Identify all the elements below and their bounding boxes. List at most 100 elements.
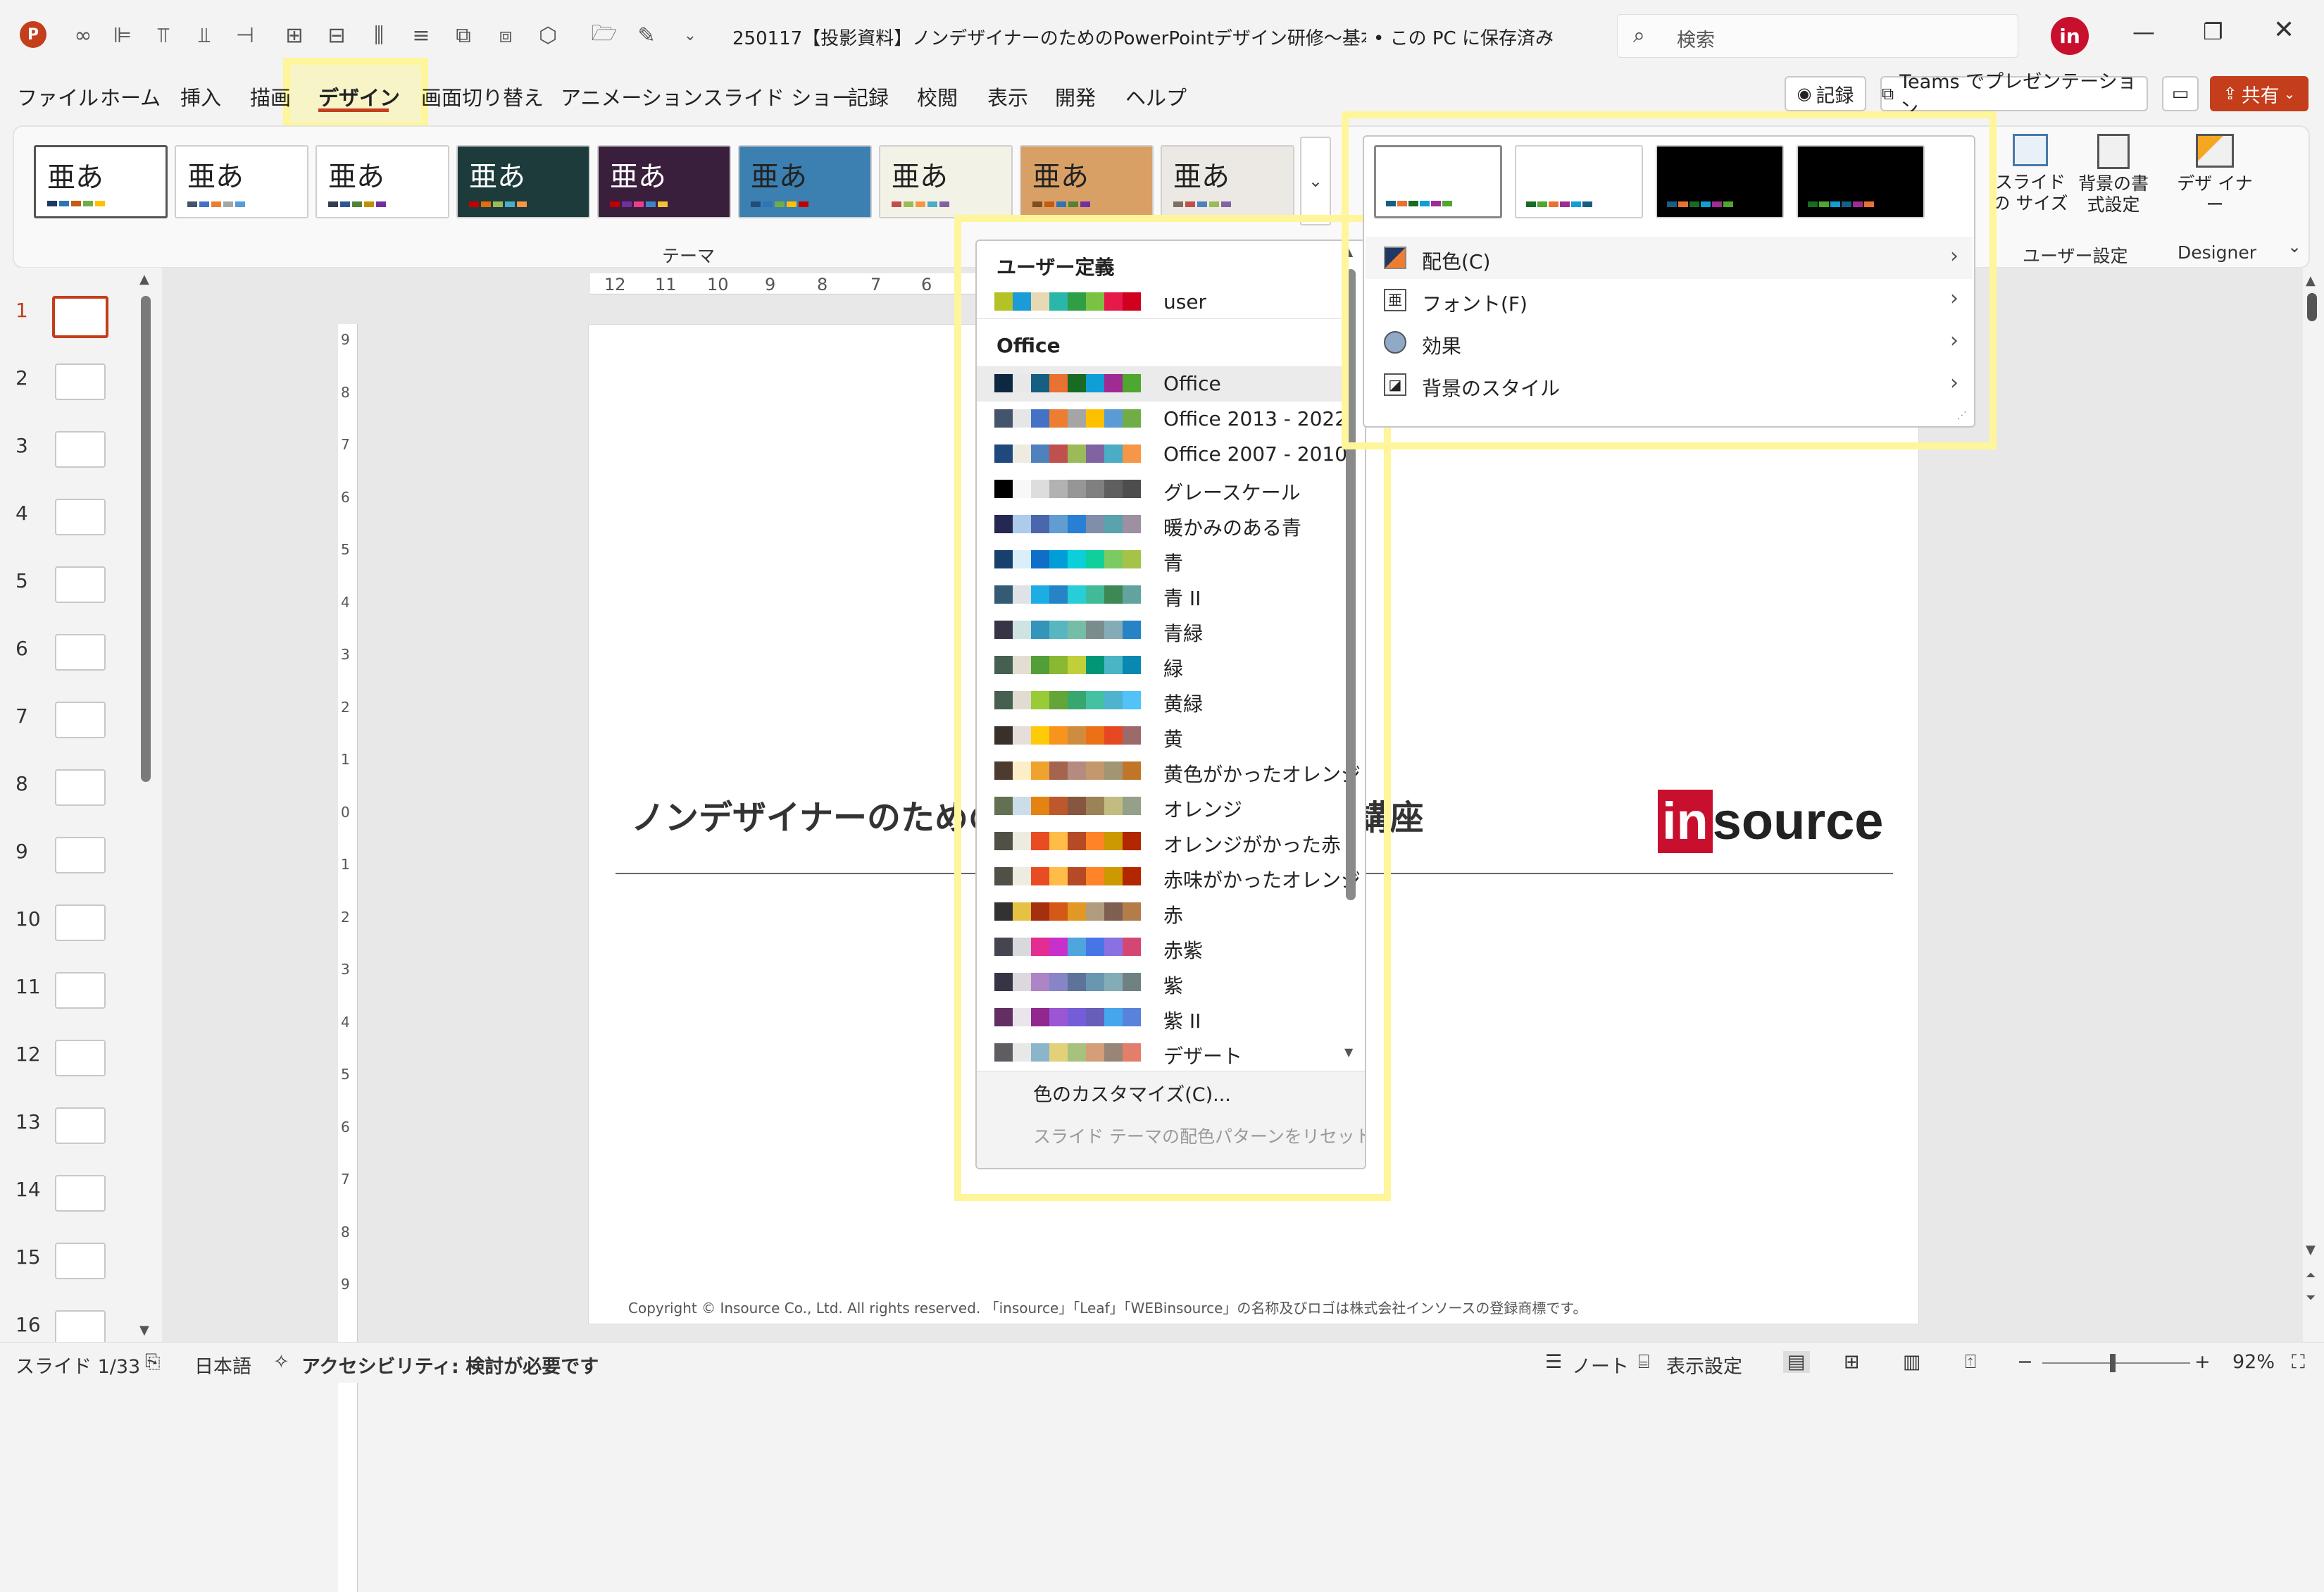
shapes-icon[interactable]: ⬡	[532, 20, 563, 51]
accessibility-icon[interactable]: ✧	[273, 1351, 289, 1373]
theme-thumbnail[interactable]: 亜あ	[34, 145, 168, 218]
loop-icon[interactable]: ∞	[68, 20, 99, 51]
minimize-icon[interactable]: —	[2132, 18, 2155, 45]
teams-present-button[interactable]: ⧉ Teams でプレゼンテーション	[1880, 71, 2148, 120]
folder-icon[interactable]: 🗁	[589, 20, 620, 51]
distribute-vertical-icon[interactable]: ≡	[406, 20, 437, 51]
slide-thumbnail[interactable]	[55, 363, 106, 400]
display-settings-button[interactable]: 表示設定	[1666, 1351, 1742, 1379]
ungroup-icon[interactable]: ⧈	[490, 20, 521, 51]
designer-button[interactable]: デザ イナー	[2176, 134, 2254, 216]
theme-thumbnail[interactable]: 亜あ	[316, 145, 449, 218]
theme-thumbnail[interactable]: 亜あ	[175, 145, 308, 218]
color-scheme-item[interactable]: グレースケール	[977, 472, 1343, 507]
slide-thumbnail[interactable]	[55, 1040, 106, 1076]
next-slide-icon[interactable]: ⏷	[2306, 1291, 2316, 1305]
themes-more-button[interactable]: ⌄	[1300, 137, 1331, 225]
align-right-icon[interactable]: ⊣	[230, 20, 261, 51]
background-format-button[interactable]: 背景の書 式設定	[2075, 134, 2152, 216]
slide-thumbnail[interactable]	[55, 1107, 106, 1144]
theme-thumbnail[interactable]: 亜あ	[597, 145, 731, 218]
color-scheme-item[interactable]: 紫	[977, 965, 1343, 1000]
distribute-horizontal-icon[interactable]: ⫼	[363, 20, 394, 51]
color-scheme-item[interactable]: 黄色がかったオレンジ	[977, 754, 1361, 789]
accessibility-status[interactable]: アクセシビリティ: 検討が必要です	[301, 1351, 599, 1379]
align-center-icon[interactable]: ⊞	[279, 20, 310, 51]
avatar[interactable]: in	[2051, 17, 2089, 55]
normal-view-icon[interactable]: ▤	[1783, 1351, 1810, 1373]
slide-count[interactable]: スライド 1/33	[15, 1351, 140, 1379]
pane-scroll-up-icon[interactable]: ▲	[139, 272, 149, 287]
customize-colors-item[interactable]: 色のカスタマイズ(C)...	[1033, 1079, 1231, 1107]
language-status[interactable]: 日本語	[194, 1351, 251, 1379]
slide-thumbnail[interactable]	[55, 702, 106, 738]
pane-scroll-down-icon[interactable]: ▼	[139, 1323, 149, 1338]
color-scheme-item[interactable]: 赤味がかったオレンジ	[977, 859, 1361, 895]
tab-help[interactable]: ヘルプ	[1125, 82, 1187, 111]
align-middle-icon[interactable]: ⊟	[321, 20, 352, 51]
slideshow-view-icon[interactable]: ⍐	[1965, 1351, 1976, 1374]
zoom-slider-thumb[interactable]	[2110, 1354, 2116, 1372]
tab-home[interactable]: ホーム	[100, 82, 161, 111]
canvas-scrollbar[interactable]	[2307, 293, 2317, 321]
comments-button[interactable]: ▭	[2162, 76, 2199, 111]
align-bottom-icon[interactable]: ⫫	[189, 20, 220, 51]
group-icon[interactable]: ⧉	[448, 20, 479, 51]
prev-slide-icon[interactable]: ⏶	[2306, 1268, 2316, 1283]
variant-thumbnail[interactable]	[1515, 145, 1643, 218]
zoom-in-icon[interactable]: +	[2194, 1351, 2211, 1373]
canvas-scroll-up-icon[interactable]: ▲	[2306, 273, 2316, 288]
color-scheme-item[interactable]: 黄	[977, 719, 1343, 754]
color-scheme-item[interactable]: オレンジがかった赤	[977, 824, 1343, 859]
color-scheme-item[interactable]: user	[977, 285, 1343, 320]
color-scheme-item[interactable]: 青	[977, 542, 1343, 578]
save-status-chevron-icon[interactable]: ⌄	[1541, 20, 1556, 41]
color-scheme-item[interactable]: Office	[977, 366, 1343, 402]
spellcheck-icon[interactable]: ⎘	[145, 1351, 161, 1374]
tab-animations[interactable]: アニメーション	[561, 82, 703, 111]
color-scheme-item[interactable]: Office 2013 - 2022	[977, 402, 1347, 437]
slide-thumbnail[interactable]	[55, 904, 106, 941]
tab-view[interactable]: 表示	[987, 82, 1028, 111]
menu-item-fonts[interactable]: 亜 フォント(F) ›	[1366, 279, 1973, 321]
menu-item-colors[interactable]: 配色(C) ›	[1366, 237, 1973, 279]
color-scheme-item[interactable]: 暖かみのある青	[977, 507, 1343, 542]
slide-thumbnail[interactable]	[55, 769, 106, 806]
align-left-icon[interactable]: ⊫	[107, 20, 138, 51]
dropdown-scroll-down-icon[interactable]: ▼	[1344, 1045, 1353, 1059]
slide-thumbnail[interactable]	[55, 431, 106, 468]
slide-thumbnail[interactable]	[55, 837, 106, 873]
fit-to-window-icon[interactable]: ⛶	[2292, 1351, 2305, 1374]
theme-thumbnail[interactable]: 亜あ	[1161, 145, 1294, 218]
color-scheme-item[interactable]: オレンジ	[977, 789, 1343, 824]
tab-file[interactable]: ファイル	[17, 82, 99, 111]
close-icon[interactable]: ✕	[2273, 15, 2294, 44]
format-painter-icon[interactable]: ✎	[631, 20, 662, 51]
tab-transitions[interactable]: 画面切り替え	[421, 82, 544, 111]
color-scheme-item[interactable]: 赤紫	[977, 930, 1343, 965]
theme-thumbnail[interactable]: 亜あ	[879, 145, 1013, 218]
customize-qat-icon[interactable]: ⌄	[675, 20, 706, 51]
variant-thumbnail[interactable]	[1797, 145, 1925, 218]
menu-item-background-styles[interactable]: ◪ 背景のスタイル ›	[1366, 363, 1973, 406]
color-scheme-item[interactable]: Office 2007 - 2010	[977, 437, 1347, 472]
slide-size-button[interactable]: スライドの サイズ	[1992, 134, 2069, 214]
theme-thumbnail[interactable]: 亜あ	[738, 145, 872, 218]
tab-draw[interactable]: 描画	[250, 82, 291, 111]
color-scheme-item[interactable]: 青 II	[977, 578, 1343, 613]
variant-thumbnail[interactable]	[1656, 145, 1784, 218]
slide-thumbnail[interactable]	[55, 634, 106, 671]
slide-thumbnail[interactable]	[55, 972, 106, 1009]
color-scheme-item[interactable]: 青緑	[977, 613, 1343, 648]
zoom-out-icon[interactable]: −	[2017, 1351, 2033, 1373]
color-scheme-item[interactable]: デザート	[977, 1036, 1343, 1071]
save-status[interactable]: • この PC に保存済み	[1373, 24, 1554, 50]
canvas-scroll-down-icon[interactable]: ▼	[2306, 1243, 2316, 1257]
slide-thumbnail[interactable]	[55, 1175, 106, 1212]
share-button[interactable]: ⇪ 共有 ⌄	[2210, 76, 2309, 111]
tab-review[interactable]: 校閲	[917, 82, 958, 111]
menu-item-effects[interactable]: 効果 ›	[1366, 321, 1973, 363]
theme-thumbnail[interactable]: 亜あ	[1020, 145, 1154, 218]
color-scheme-item[interactable]: 緑	[977, 648, 1343, 683]
tab-developer[interactable]: 開発	[1055, 82, 1096, 111]
